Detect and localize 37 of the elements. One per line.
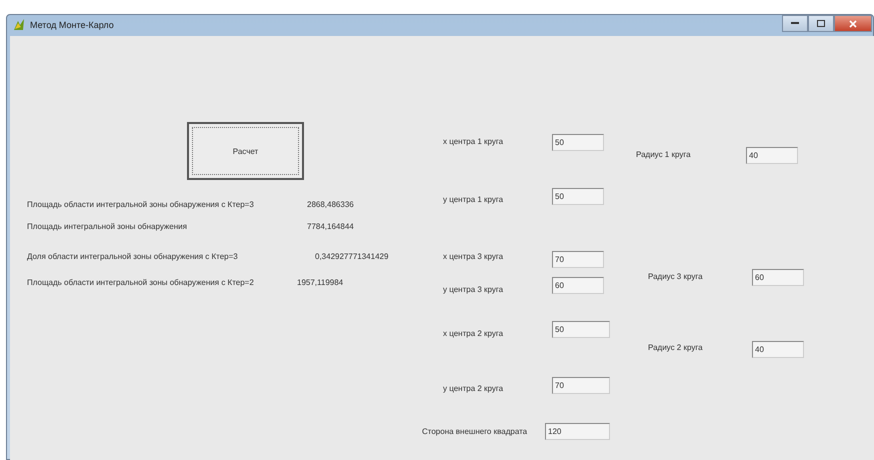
field-label: Сторона внешнего квадрата xyxy=(422,427,528,436)
input-field[interactable]: 70 xyxy=(552,251,604,268)
field-label: y центра 3 круга xyxy=(443,285,504,294)
input-field[interactable]: 50 xyxy=(552,188,604,205)
result-label: Площадь области интегральной зоны обнаружения с Ктер=2 xyxy=(27,278,254,287)
result-value: 7784,164844 xyxy=(307,222,354,231)
field-label: Радиус 3 круга xyxy=(648,272,703,281)
close-button[interactable] xyxy=(834,15,872,32)
input-field[interactable]: 50 xyxy=(552,134,604,151)
minimize-button[interactable] xyxy=(782,15,808,32)
input-field[interactable]: 40 xyxy=(746,147,798,164)
result-label: Доля области интегральной зоны обнаружения с Ктер=3 xyxy=(27,252,238,261)
app-icon xyxy=(12,18,26,32)
field-label: y центра 2 круга xyxy=(443,384,504,393)
field-label: x центра 3 круга xyxy=(443,252,504,261)
maximize-icon xyxy=(817,20,825,27)
field-label: y центра 1 круга xyxy=(443,195,504,204)
close-icon xyxy=(849,20,857,28)
result-label: Площадь интегральной зоны обнаружения xyxy=(27,222,187,231)
result-value: 0,342927771341429 xyxy=(315,252,388,261)
input-field[interactable]: 50 xyxy=(552,321,610,338)
calculate-button[interactable]: Расчет xyxy=(187,122,304,180)
input-field[interactable]: 60 xyxy=(752,269,804,286)
input-field[interactable]: 70 xyxy=(552,377,610,394)
input-field[interactable]: 40 xyxy=(752,341,804,358)
result-value: 1957,119984 xyxy=(297,278,344,287)
result-label: Площадь области интегральной зоны обнаружения с Ктер=3 xyxy=(27,200,254,209)
maximize-button[interactable] xyxy=(808,15,834,32)
input-field[interactable]: 120 xyxy=(545,423,610,440)
field-label: Радиус 1 круга xyxy=(636,150,691,159)
field-label: x центра 2 круга xyxy=(443,329,504,338)
result-value: 2868,486336 xyxy=(307,200,354,209)
field-label: Радиус 2 круга xyxy=(648,343,703,352)
minimize-icon xyxy=(791,22,799,25)
window-title: Метод Монте-Карло xyxy=(30,20,114,30)
input-field[interactable]: 60 xyxy=(552,277,604,294)
field-label: x центра 1 круга xyxy=(443,137,504,146)
